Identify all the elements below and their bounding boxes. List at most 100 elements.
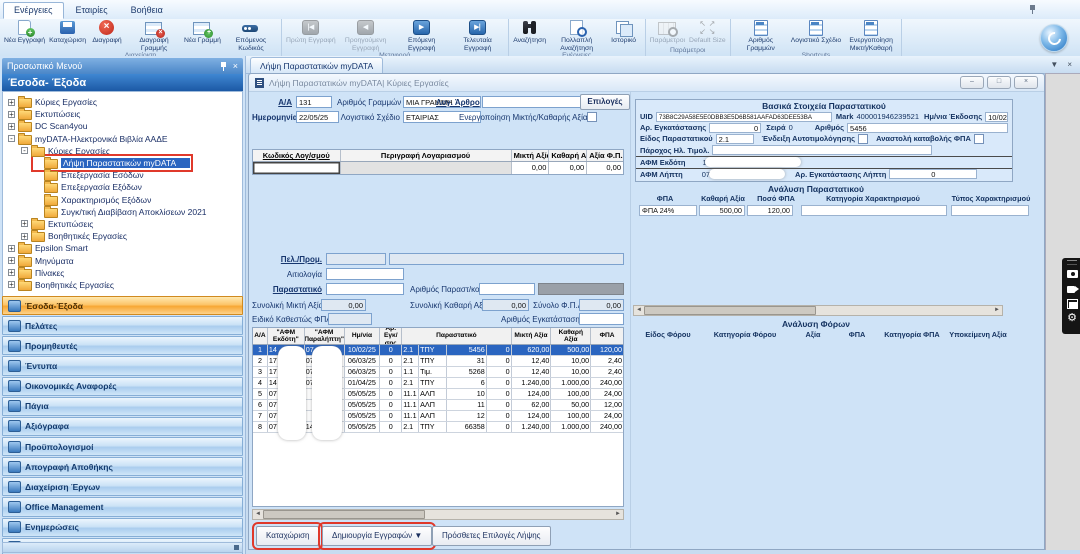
scroll-right-icon[interactable]: ► xyxy=(992,306,1002,315)
special-vat-input[interactable] xyxy=(328,313,372,325)
sidebar-nav-button[interactable]: Office Management xyxy=(2,497,243,516)
grid-row[interactable]: 2 17 07 06/03/25 0 2.1 ΤΠΥ 31 0 12,40 10… xyxy=(253,356,623,367)
account-code-header[interactable]: Κωδικός Λογ/σμού xyxy=(253,150,341,161)
tab-lipsi-parastatikon[interactable]: Λήψη Παραστατικών myDATA xyxy=(250,57,383,73)
scroll-right-icon[interactable]: ► xyxy=(613,510,623,519)
date-input[interactable] xyxy=(296,111,339,123)
screen-record-icon[interactable] xyxy=(1066,283,1079,296)
expander-icon[interactable]: + xyxy=(8,269,15,276)
tree-item[interactable]: + Κύριες Εργασίες xyxy=(8,96,97,108)
ribbon-button[interactable]: Νέα Γραμμή xyxy=(182,20,223,52)
expander-icon[interactable]: + xyxy=(8,111,15,118)
tree-item[interactable]: Συγκ/τική Διαβίβαση Αποκλίσεων 2021 xyxy=(34,206,207,218)
analysis-vat-amount-cell[interactable]: 120,00 xyxy=(747,205,793,216)
scroll-left-icon[interactable]: ◄ xyxy=(253,510,263,519)
settings-gear-icon[interactable]: ⚙ xyxy=(1066,312,1079,325)
tab-close-icon[interactable]: × xyxy=(1067,60,1072,69)
menu-tab-companies[interactable]: Εταιρίες xyxy=(65,2,119,19)
tree-item[interactable]: + Εκτυπώσεις xyxy=(8,108,80,120)
horizontal-scrollbar[interactable]: ◄ ► xyxy=(252,509,624,520)
net-header[interactable]: Καθαρή Αξία xyxy=(549,150,587,161)
expander-icon[interactable]: + xyxy=(8,245,15,252)
tree-item[interactable]: + Βοηθητικές Εργασίες xyxy=(8,279,114,291)
grid-header-gross[interactable]: Μικτή Αξία xyxy=(512,328,552,344)
account-desc-header[interactable]: Περιγραφή Λογαριασμού xyxy=(341,150,512,161)
analysis-net-cell[interactable]: 500,00 xyxy=(699,205,745,216)
analysis-category-cell[interactable] xyxy=(801,205,947,216)
aa-input[interactable] xyxy=(296,96,332,108)
installation-value[interactable]: 0 xyxy=(709,123,761,133)
ribbon-button[interactable]: Επόμενη Εγγραφή xyxy=(394,20,450,52)
grid-row[interactable]: 3 17 07 06/03/25 0 1.1 Τιμ. 5268 0 12,40… xyxy=(253,367,623,378)
sidebar-nav-button[interactable]: Έσοδα-Έξοδα xyxy=(2,296,243,315)
tree-item[interactable]: + Εκτυπώσεις xyxy=(21,218,93,230)
grid-header-date[interactable]: Ημ/νία xyxy=(345,328,381,344)
ribbon-button[interactable]: Διαγραφή Γραμμής xyxy=(126,20,182,52)
account-code-cell[interactable] xyxy=(253,162,341,174)
doc-type-value[interactable]: 2.1 xyxy=(716,134,754,144)
grid-row[interactable]: 7 07 05/05/25 0 11.1 ΑΛΠ 12 0 124,00 100… xyxy=(253,411,623,422)
tree-item[interactable]: + Πίνακες xyxy=(8,267,64,279)
sidebar-nav-button[interactable]: Πάγια xyxy=(2,397,243,416)
grid-header-installation[interactable]: Αρ. Εγκ/σης xyxy=(380,328,402,344)
pin-icon[interactable] xyxy=(220,62,227,71)
article-label[interactable]: Λογ. Άρθρο xyxy=(436,98,478,107)
ribbon-button[interactable]: Πολλαπλή Αναζήτηση xyxy=(549,20,605,52)
grid-header-vat[interactable]: ΦΠΑ xyxy=(591,328,623,344)
tree-item[interactable]: Λήψη Παραστατικών myDATA xyxy=(34,157,190,169)
ribbon-button[interactable]: Διαγραφή xyxy=(88,20,126,52)
sidebar-nav-button[interactable]: Έντυπα xyxy=(2,356,243,375)
net-cell[interactable]: 0,00 xyxy=(549,162,587,174)
ribbon-button[interactable]: Προηγούμενη Εγγραφή xyxy=(338,20,394,52)
window-capture-icon[interactable] xyxy=(1066,298,1079,311)
screenshot-camera-icon[interactable] xyxy=(1066,268,1079,281)
options-button[interactable]: Επιλογές xyxy=(580,94,630,110)
tree-item[interactable]: Χαρακτηρισμός Εξόδων xyxy=(34,194,151,206)
close-button[interactable]: × xyxy=(1014,76,1038,89)
tree-item[interactable]: + Μηνύματα xyxy=(8,254,74,266)
parastatiko-input[interactable] xyxy=(326,283,404,295)
tree-item[interactable]: Επεξεργασία Εξόδων xyxy=(34,181,142,193)
pel-prom-label[interactable]: Πελ./Προμ. xyxy=(252,255,322,264)
sidebar-nav-button[interactable]: Αξιόγραφα xyxy=(2,417,243,436)
tree-item[interactable]: + DC Scan4you xyxy=(8,120,87,132)
ribbon-button[interactable]: Νέα Εγγραφή xyxy=(2,20,47,52)
menu-tab-energies[interactable]: Ενέργειες xyxy=(3,2,64,19)
ribbon-button[interactable]: Καταχώριση xyxy=(47,20,88,52)
grid-row[interactable]: 4 14 07 01/04/25 0 2.1 ΤΠΥ 6 0 1.240,00 … xyxy=(253,378,623,389)
ribbon-button[interactable]: Αριθμός Γραμμών xyxy=(733,20,789,52)
scroll-left-icon[interactable]: ◄ xyxy=(634,306,644,315)
ribbon-button[interactable]: Παράμετροι xyxy=(648,20,687,47)
sidebar-nav-button[interactable]: Οικονομικές Αναφορές xyxy=(2,377,243,396)
ar-parast-input[interactable] xyxy=(479,283,535,295)
vat-header[interactable]: Αξία Φ.Π.Α. xyxy=(587,150,623,161)
tab-list-dropdown-icon[interactable]: ▼ xyxy=(1050,60,1058,69)
ribbon-button[interactable]: Επόμενος Κωδικός xyxy=(223,20,279,52)
installation-input[interactable] xyxy=(579,313,624,325)
sidebar-nav-button[interactable]: Προϋπολογισμοί xyxy=(2,437,243,456)
sidebar-nav-button[interactable]: Ενημερώσεις xyxy=(2,518,243,537)
tree-item[interactable]: - myDATA-Ηλεκτρονικά Βιβλία ΑΑΔΕ xyxy=(8,133,168,145)
tree-item[interactable]: Επεξεργασία Εσόδων xyxy=(34,169,144,181)
sidebar-nav-button[interactable]: Προμηθευτές xyxy=(2,336,243,355)
issue-date-value[interactable]: 10/02/25 xyxy=(985,112,1008,122)
ribbon-button[interactable]: Ιστορικό xyxy=(605,20,643,52)
grid-header-afm-receiver[interactable]: "ΑΦΜ Παραλήπτη" xyxy=(305,328,345,344)
toolbar-handle-icon[interactable] xyxy=(1067,260,1077,265)
scrollbar-thumb[interactable] xyxy=(644,306,816,315)
grid-row[interactable]: 8 07 14 05/05/25 0 2.1 ΤΠΥ 66358 0 1.240… xyxy=(253,422,623,433)
menu-tab-help[interactable]: Βοήθεια xyxy=(120,2,174,19)
sidebar-nav-button[interactable]: Απογραφή Αποθήκης xyxy=(2,457,243,476)
ribbon-button[interactable]: Ενεργοποίηση Μικτή/Καθαρή xyxy=(843,20,899,52)
expander-icon[interactable]: + xyxy=(8,99,15,106)
analysis-vat-cell[interactable]: ΦΠΑ 24% xyxy=(639,205,697,216)
scrollbar-thumb[interactable] xyxy=(263,510,425,519)
article-input[interactable] xyxy=(482,96,594,108)
ribbon-button[interactable]: Λογιστικό Σχέδιο xyxy=(789,20,843,52)
gross-header[interactable]: Μικτή Αξία xyxy=(512,150,550,161)
expander-icon[interactable]: + xyxy=(8,281,15,288)
save-button[interactable]: Καταχώριση xyxy=(256,526,319,546)
grid-row[interactable]: 6 07 05/05/25 0 11.1 ΑΛΠ 11 0 62,00 50,0… xyxy=(253,400,623,411)
sidebar-nav-button[interactable]: Πελάτες xyxy=(2,316,243,335)
vat-suspension-checkbox[interactable] xyxy=(974,134,984,144)
